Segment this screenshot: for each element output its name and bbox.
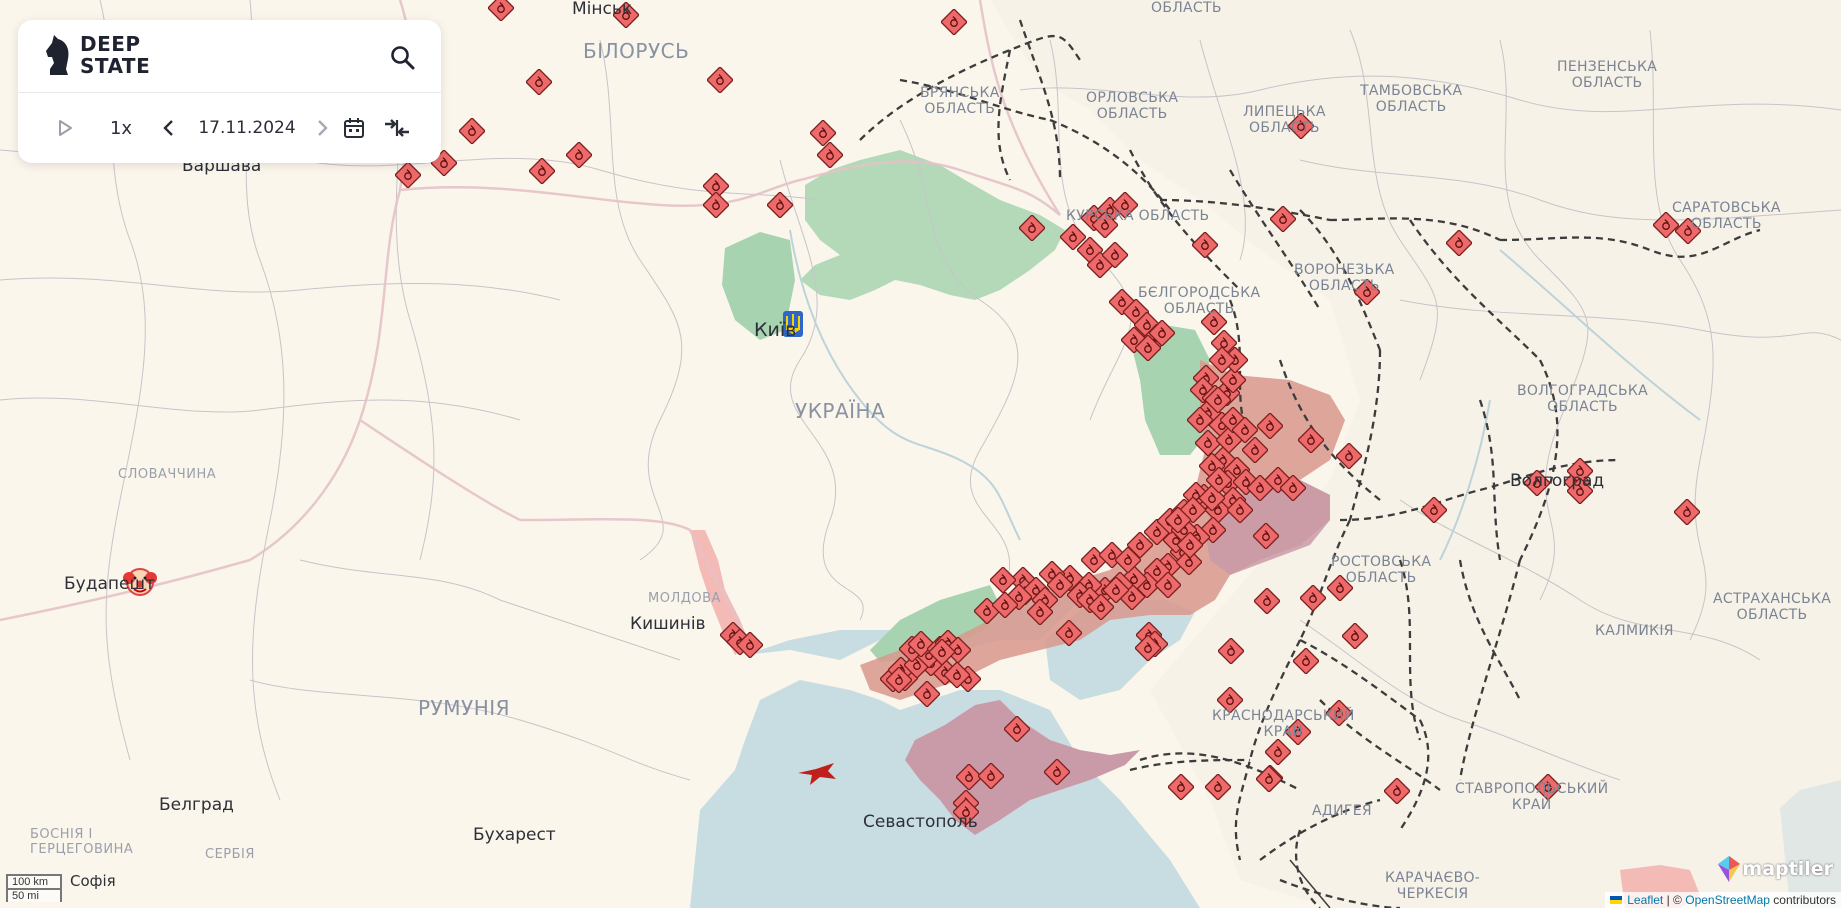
maptiler-icon [1718, 856, 1741, 882]
chevron-right-icon [318, 120, 328, 136]
label-bosnia: БОСНІЯ І ГЕРЦЕГОВИНА [30, 827, 134, 858]
region-rostov: РОСТОВСЬКА ОБЛАСТЬ [1331, 554, 1431, 586]
panel-header: DEEP STATE [18, 20, 441, 93]
city-volgograd: Волгоград [1510, 471, 1605, 491]
region-lipetsk-line2: ОБЛАСТЬ [1249, 120, 1320, 137]
speed-button[interactable]: 1x [96, 111, 146, 145]
label-ukraine: УКРАЇНА [795, 399, 886, 423]
region-rostov-line2: ОБЛАСТЬ [1345, 570, 1417, 587]
city-kyiv: Київ [754, 319, 797, 341]
region-orel-line2: ОБЛАСТЬ [1096, 106, 1168, 123]
region-belgorod-line1: БЄЛГОРОДСЬКА [1138, 285, 1261, 301]
region-belgorod: БЄЛГОРОДСЬКА ОБЛАСТЬ [1138, 285, 1260, 317]
region-adygea: АДИГЕЯ [1312, 803, 1372, 819]
region-astrakhan-line1: АСТРАХАНСЬКА [1713, 591, 1832, 607]
region-bryansk: БРЯНСЬКА ОБЛАСТЬ [920, 85, 1000, 117]
region-voronezh: ВОРОНЕЗЬКА ОБЛАСТЬ [1294, 262, 1395, 294]
brand-logo[interactable]: DEEP STATE [44, 33, 150, 77]
region-tambov-line1: ТАМБОВСЬКА [1360, 83, 1463, 99]
region-rostov-line1: РОСТОВСЬКА [1331, 554, 1432, 570]
region-kch: КАРАЧАЄВО- ЧЕРКЕСІЯ [1385, 870, 1480, 902]
calendar-button[interactable] [336, 111, 372, 145]
leaflet-link[interactable]: Leaflet [1627, 893, 1663, 907]
region-volgograd-line2: ОБЛАСТЬ [1547, 399, 1618, 416]
region-astrakhan-line2: ОБЛАСТЬ [1736, 607, 1808, 624]
region-kursk: КУРСЬКА ОБЛАСТЬ [1066, 208, 1210, 224]
next-day-button[interactable] [306, 111, 340, 145]
knight-icon [46, 35, 69, 75]
previous-day-button[interactable] [151, 111, 185, 145]
region-belgorod-line2: ОБЛАСТЬ [1163, 301, 1235, 318]
brand-line2: STATE [80, 54, 151, 78]
label-romania: РУМУНІЯ [418, 696, 511, 720]
chevron-left-icon [163, 120, 173, 136]
region-lipetsk-line1: ЛИПЕЦЬКА [1243, 104, 1326, 120]
region-bryansk-line2: ОБЛАСТЬ [924, 101, 996, 118]
attribution-contributors: contributors [1773, 893, 1836, 907]
region-orel: ОРЛОВСЬКА ОБЛАСТЬ [1086, 90, 1178, 122]
region-voronezh-line2: ОБЛАСТЬ [1308, 278, 1380, 295]
region-saratov: САРАТОВСЬКА ОБЛАСТЬ [1672, 200, 1781, 232]
city-budapest: Будапешт [64, 574, 155, 594]
region-saratov-line1: САРАТОВСЬКА [1672, 200, 1781, 216]
region-kch-line1: КАРАЧАЄВО- [1385, 870, 1481, 886]
timeline-controls: 1x 17.11.2024 [18, 93, 441, 163]
region-tambov: ТАМБОВСЬКА ОБЛАСТЬ [1360, 83, 1462, 115]
date-display[interactable]: 17.11.2024 [186, 111, 308, 145]
region-stavropol: СТАВРОПОЛЬСЬКИЙ КРАЙ [1455, 781, 1608, 813]
brand-name: DEEP STATE [80, 33, 150, 77]
region-voronezh-line1: ВОРОНЕЗЬКА [1294, 262, 1395, 278]
region-penza-line2: ОБЛАСТЬ [1571, 75, 1643, 92]
ukraine-flag-icon [1609, 896, 1622, 904]
search-button[interactable] [387, 42, 419, 74]
maptiler-logo[interactable]: maptiler [1716, 854, 1833, 884]
label-serbia: СЕРБІЯ [205, 847, 255, 862]
region-penza-line1: ПЕНЗЕНСЬКА [1557, 59, 1658, 75]
label-bosnia-line2: ГЕРЦЕГОВИНА [30, 841, 134, 857]
maptiler-text: maptiler [1742, 858, 1833, 880]
label-slovakia: СЛОВАЧЧИНА [118, 467, 217, 482]
region-penza: ПЕНЗЕНСЬКА ОБЛАСТЬ [1557, 59, 1657, 91]
region-orel-line1: ОРЛОВСЬКА [1086, 90, 1179, 106]
region-astrakhan: АСТРАХАНСЬКА ОБЛАСТЬ [1713, 591, 1831, 623]
region-stavropol-line1: СТАВРОПОЛЬСЬКИЙ [1455, 781, 1609, 797]
play-icon [59, 120, 72, 136]
scale-bar: 100 km 50 mi [6, 874, 62, 902]
label-moldova: МОЛДОВА [648, 591, 721, 606]
scale-mi: 50 mi [6, 888, 62, 902]
label-bosnia-line1: БОСНІЯ І [30, 827, 93, 842]
region-tambov-line2: ОБЛАСТЬ [1375, 99, 1447, 116]
region-krasnodar: КРАСНОДАРСЬКИЙ КРАЙ [1212, 708, 1355, 740]
label-belarus: БІЛОРУСЬ [583, 39, 690, 63]
play-button[interactable] [48, 111, 82, 145]
region-krasnodar-line2: КРАЙ [1263, 724, 1304, 741]
compare-arrows-icon [385, 119, 409, 137]
compare-button[interactable] [378, 111, 416, 145]
city-belgrade: Белград [159, 795, 234, 815]
region-stavropol-line2: КРАЙ [1511, 797, 1552, 814]
attribution: Leaflet | © OpenStreetMap contributors [1604, 892, 1841, 908]
region-saratov-line2: ОБЛАСТЬ [1690, 216, 1762, 233]
region-volgograd-line1: ВОЛГОГРАДСЬКА [1517, 383, 1649, 399]
attribution-sep: | © [1666, 893, 1682, 907]
osm-link[interactable]: OpenStreetMap [1685, 893, 1770, 907]
region-kalmykia: КАЛМИКІЯ [1595, 623, 1674, 639]
city-sevastopol: Севастополь [863, 812, 978, 832]
search-icon [391, 46, 415, 70]
region-lipetsk: ЛИПЕЦЬКА ОБЛАСТЬ [1243, 104, 1326, 136]
region-krasnodar-line1: КРАСНОДАРСЬКИЙ [1212, 708, 1355, 724]
scale-km: 100 km [6, 874, 62, 888]
region-volgograd: ВОЛГОГРАДСЬКА ОБЛАСТЬ [1517, 383, 1648, 415]
region-bryansk-line1: БРЯНСЬКА [920, 85, 1000, 101]
city-chisinau: Кишинів [630, 614, 706, 634]
city-sofia: Софія [70, 872, 116, 890]
control-panel: DEEP STATE 1x 17.11.2024 [18, 20, 441, 163]
city-bucharest: Бухарест [473, 825, 556, 845]
calendar-icon [344, 118, 364, 138]
region-oblast-top: ОБЛАСТЬ [1151, 0, 1222, 16]
region-kch-line2: ЧЕРКЕСІЯ [1396, 886, 1469, 903]
brand-line1: DEEP [80, 32, 141, 56]
city-minsk: Мінськ [572, 0, 633, 19]
